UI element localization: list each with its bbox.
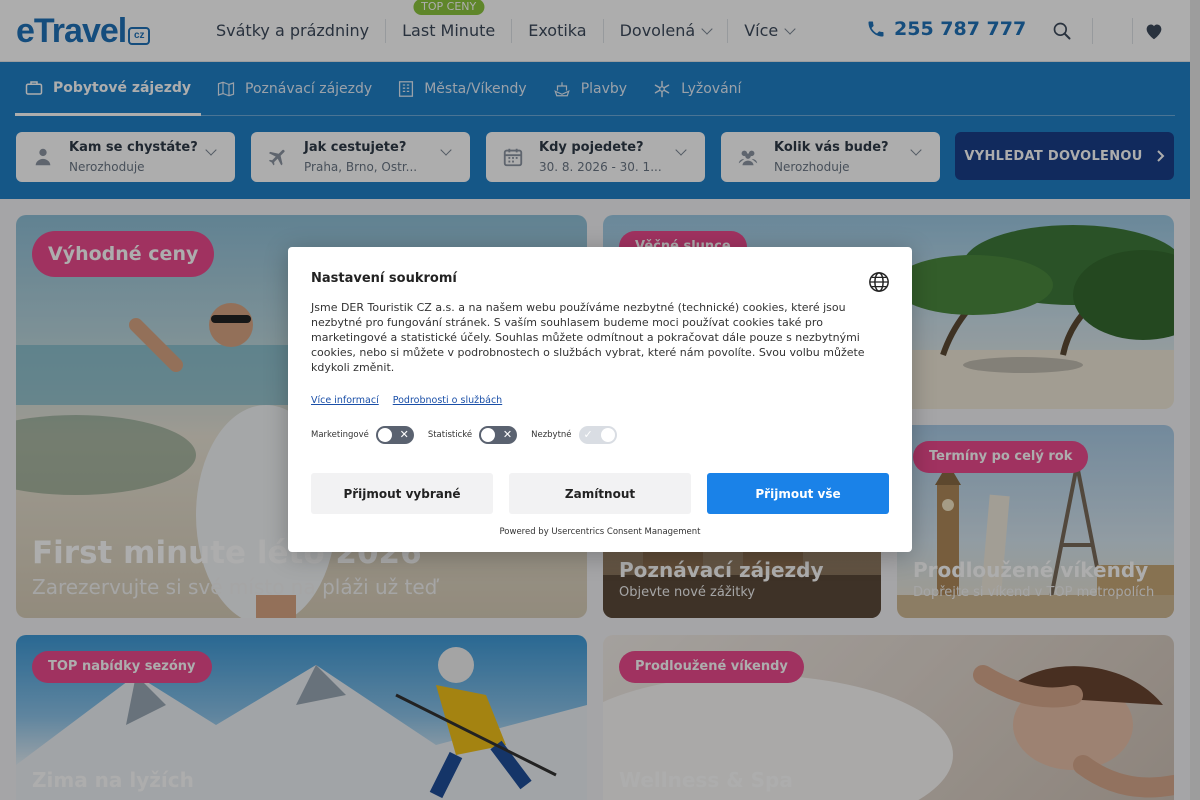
toggle-label: Nezbytné	[531, 430, 572, 440]
essential-switch: ✓	[578, 426, 617, 444]
dialog-actions: Přijmout vybrané Zamítnout Přijmout vše	[311, 473, 889, 514]
toggle-label: Statistické	[427, 430, 473, 440]
language-globe-icon[interactable]	[868, 271, 890, 293]
close-icon: ✕	[502, 428, 513, 441]
cookie-consent-dialog: Nastavení soukromí Jsme DER Touristik CZ…	[288, 247, 912, 552]
check-icon: ✓	[583, 428, 593, 441]
consent-toggles: Marketingové ✕ Statistické ✕ Nezbytné ✓	[311, 426, 617, 444]
reject-button[interactable]: Zamítnout	[509, 473, 691, 514]
marketing-switch[interactable]: ✕	[375, 426, 414, 444]
accept-all-button[interactable]: Přijmout vše	[707, 473, 889, 514]
toggle-marketing: Marketingové ✕	[311, 426, 414, 444]
dialog-body-text: Jsme DER Touristik CZ a.s. a na našem we…	[311, 301, 865, 374]
dialog-links: Více informací Podrobnosti o službách	[311, 395, 502, 406]
toggle-essential: Nezbytné ✓	[531, 426, 617, 444]
toggle-statistics: Statistické ✕	[427, 426, 518, 444]
accept-selected-button[interactable]: Přijmout vybrané	[311, 473, 493, 514]
service-details-link[interactable]: Podrobnosti o službách	[393, 395, 502, 406]
powered-by-text: Powered by Usercentrics Consent Manageme…	[499, 527, 701, 537]
close-icon: ✕	[399, 428, 409, 441]
toggle-label: Marketingové	[311, 430, 369, 440]
dialog-title: Nastavení soukromí	[311, 271, 457, 286]
more-info-link[interactable]: Více informací	[311, 395, 379, 406]
statistics-switch[interactable]: ✕	[479, 426, 518, 444]
